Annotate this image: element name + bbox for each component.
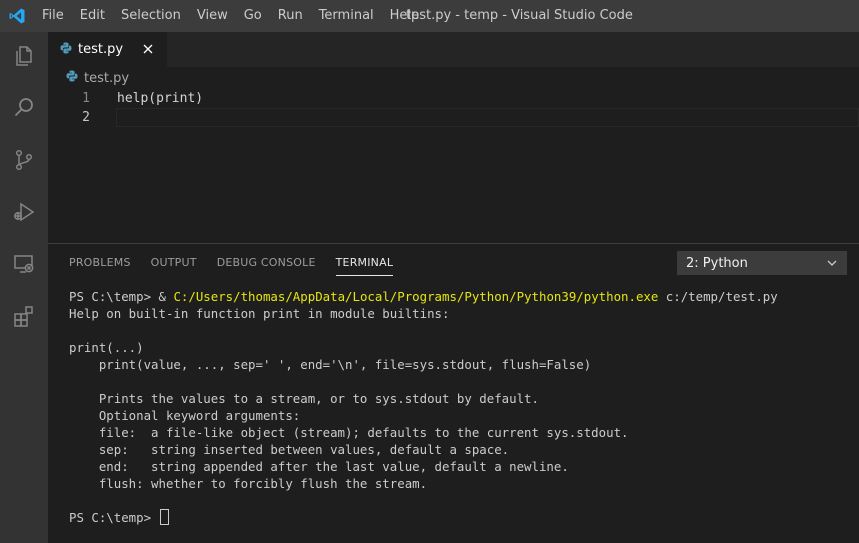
terminal-line: end: string appended after the last valu… [69, 459, 569, 474]
menu-file[interactable]: File [34, 0, 72, 32]
panel-header: PROBLEMS OUTPUT DEBUG CONSOLE TERMINAL 2… [48, 244, 859, 282]
run-debug-icon[interactable] [0, 188, 48, 236]
editor-tab-test-py[interactable]: test.py [48, 32, 167, 67]
terminal-select[interactable]: 2: Python [677, 251, 847, 275]
terminal-line: print(...) [69, 340, 144, 355]
explorer-icon[interactable] [0, 32, 48, 80]
current-line-highlight [116, 108, 859, 127]
terminal-command-prefix: & [158, 289, 174, 304]
terminal-command-line: PS C:\temp> & C:/Users/thomas/AppData/Lo… [69, 288, 855, 305]
terminal-line: Help on built-in function print in modul… [69, 306, 450, 321]
tab-output[interactable]: OUTPUT [141, 244, 207, 282]
activity-bar [0, 32, 48, 543]
line-number: 1 [82, 91, 90, 106]
vscode-logo-icon[interactable] [0, 0, 34, 32]
terminal-line: file: a file-like object (stream); defau… [69, 425, 629, 440]
menu-go[interactable]: Go [236, 0, 270, 32]
editor-area: test.py test.py 1 help(print) 2 [48, 32, 859, 243]
line-number: 2 [82, 110, 90, 125]
editor-tab-label: test.py [78, 42, 124, 57]
breadcrumb: test.py [48, 67, 859, 89]
python-file-icon [60, 42, 72, 58]
editor-tabs: test.py [48, 32, 859, 67]
chevron-down-icon [826, 257, 838, 269]
menu-help[interactable]: Help [382, 0, 428, 32]
terminal-prompt: PS C:\temp> [69, 510, 159, 525]
bottom-panel: PROBLEMS OUTPUT DEBUG CONSOLE TERMINAL 2… [48, 243, 859, 543]
code-line[interactable]: 1 help(print) [48, 89, 859, 108]
terminal-prompt-line[interactable]: PS C:\temp> [69, 509, 855, 526]
code-editor[interactable]: 1 help(print) 2 [48, 89, 859, 127]
breadcrumb-item-test-py[interactable]: test.py [84, 71, 129, 86]
terminal-line: flush: whether to forcibly flush the str… [69, 476, 428, 491]
terminal-line: print(value, ..., sep=' ', end='\n', fil… [69, 357, 592, 372]
tab-debug-console[interactable]: DEBUG CONSOLE [207, 244, 326, 282]
terminal-line: Prints the values to a stream, or to sys… [69, 391, 539, 406]
terminal-line: sep: string inserted between values, def… [69, 442, 510, 457]
terminal-select-value: 2: Python [686, 255, 748, 271]
menu-bar: File Edit Selection View Go Run Terminal… [34, 0, 427, 32]
terminal-command-exe: C:/Users/thomas/AppData/Local/Programs/P… [173, 289, 659, 304]
tab-terminal[interactable]: TERMINAL [326, 244, 404, 282]
menu-edit[interactable]: Edit [72, 0, 113, 32]
menu-terminal[interactable]: Terminal [311, 0, 382, 32]
source-control-icon[interactable] [0, 136, 48, 184]
extensions-icon[interactable] [0, 292, 48, 340]
code-line-current[interactable]: 2 [48, 108, 859, 127]
terminal-prompt: PS C:\temp> [69, 289, 159, 304]
terminal-output[interactable]: PS C:\temp> & C:/Users/thomas/AppData/Lo… [69, 288, 855, 526]
remote-explorer-icon[interactable] [0, 240, 48, 288]
menu-selection[interactable]: Selection [113, 0, 189, 32]
terminal-cursor [159, 509, 169, 525]
terminal-command-arg: c:/temp/test.py [658, 289, 778, 304]
tab-problems[interactable]: PROBLEMS [59, 244, 141, 282]
close-icon[interactable] [139, 40, 157, 58]
search-icon[interactable] [0, 84, 48, 132]
line-text[interactable]: help(print) [117, 91, 203, 106]
terminal-line: Optional keyword arguments: [69, 408, 301, 423]
python-file-icon [66, 70, 78, 86]
menu-run[interactable]: Run [270, 0, 311, 32]
menu-view[interactable]: View [189, 0, 236, 32]
title-bar: File Edit Selection View Go Run Terminal… [0, 0, 859, 32]
